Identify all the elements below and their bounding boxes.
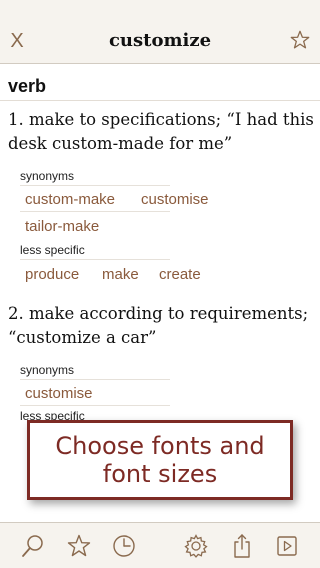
synonyms-label: synonyms <box>20 363 75 377</box>
search-button[interactable] <box>20 533 46 559</box>
share-icon <box>234 534 250 558</box>
favorites-button[interactable] <box>66 533 92 559</box>
callout-line-1: Choose fonts and <box>55 432 265 460</box>
synonym-link[interactable]: customise <box>141 191 209 208</box>
play-button[interactable] <box>274 533 300 559</box>
play-icon <box>277 536 297 556</box>
divider <box>20 379 170 380</box>
callout-line-2: font sizes <box>102 460 218 488</box>
star-icon <box>67 534 91 557</box>
hypernym-link[interactable]: produce <box>25 266 79 283</box>
promo-callout: Choose fonts and font sizes <box>27 420 293 500</box>
favorite-button[interactable] <box>288 29 312 53</box>
part-of-speech: verb <box>8 76 47 96</box>
settings-button[interactable] <box>183 533 209 559</box>
divider <box>20 185 170 186</box>
definition-1: 1. make to specifications; “I had this d… <box>8 110 314 153</box>
page-title: customize <box>108 30 212 51</box>
history-icon <box>113 535 135 557</box>
synonym-link[interactable]: customise <box>25 385 93 402</box>
star-icon <box>290 30 310 49</box>
definition-2: 2. make according to requirements; “cust… <box>8 304 309 347</box>
divider <box>20 259 170 260</box>
hypernym-link[interactable]: make <box>102 266 139 283</box>
share-button[interactable] <box>229 533 255 559</box>
hypernym-link[interactable]: create <box>159 266 201 283</box>
settings-icon <box>184 534 208 558</box>
synonyms-label: synonyms <box>20 169 75 183</box>
search-icon <box>22 535 43 557</box>
divider <box>20 405 170 406</box>
less-specific-label: less specific <box>20 243 85 257</box>
synonym-link[interactable]: tailor-make <box>25 218 99 235</box>
history-button[interactable] <box>111 533 137 559</box>
divider <box>20 211 170 212</box>
close-button[interactable]: X <box>6 30 28 52</box>
synonym-link[interactable]: custom-make <box>25 191 115 208</box>
top-bar: X customize <box>0 0 320 64</box>
bottom-toolbar <box>0 522 320 568</box>
divider <box>0 100 320 101</box>
